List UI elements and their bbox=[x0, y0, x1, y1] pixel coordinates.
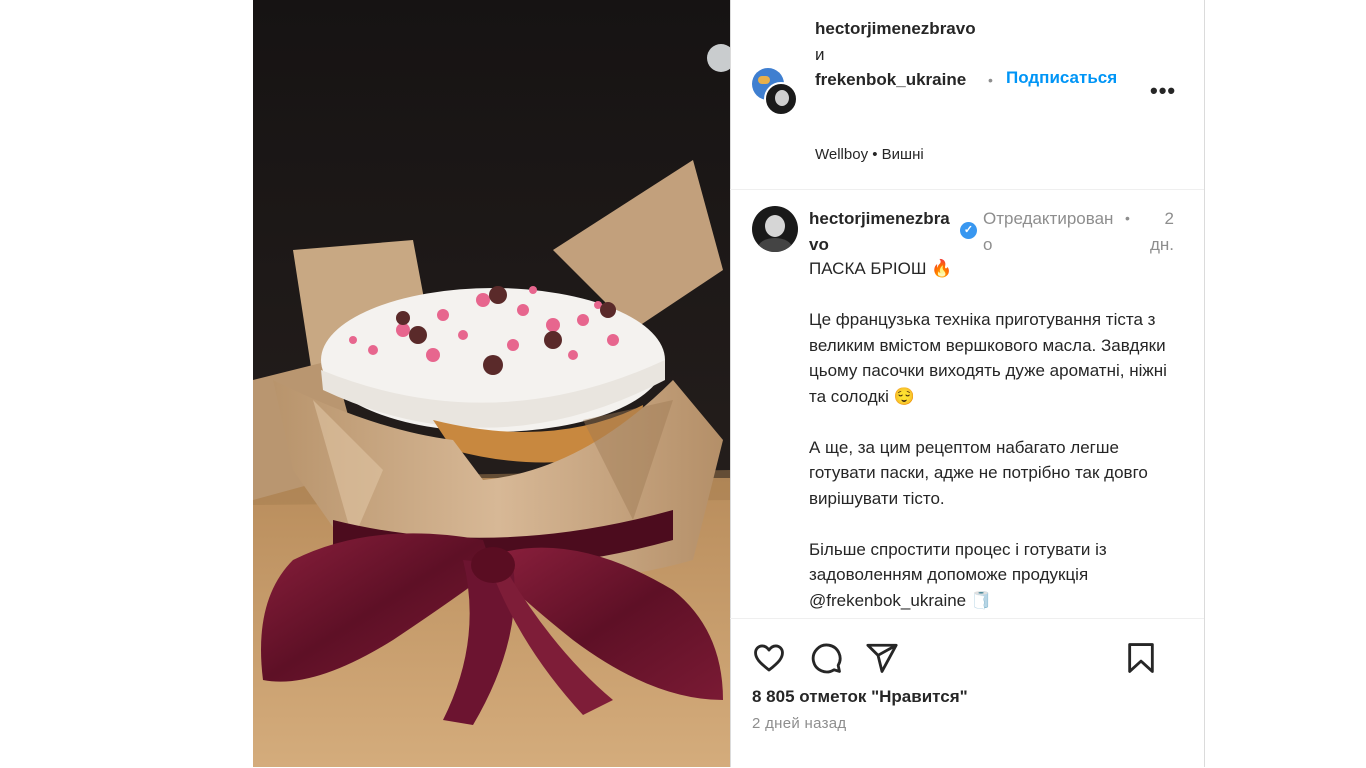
and-text: и bbox=[815, 44, 825, 64]
caption-text: ПАСКА БРІОШ 🔥 Це французька техніка приг… bbox=[809, 256, 1184, 618]
caption-paragraph: ПАСКА БРІОШ 🔥 bbox=[809, 259, 953, 278]
username-link[interactable]: hectorjimenezbravo bbox=[815, 16, 985, 42]
edited-label: Отредактировано bbox=[983, 209, 1114, 254]
post-sidebar: hectorjimenezbravo и frekenbok_ukraine W… bbox=[730, 0, 1204, 767]
post-border bbox=[1204, 0, 1205, 767]
post-date[interactable]: 2 дней назад bbox=[752, 715, 846, 732]
username-link[interactable]: frekenbok_ukraine bbox=[815, 67, 985, 93]
separator-dot: • bbox=[988, 72, 993, 88]
caption-paragraph: А ще, за цим рецептом набагато легше гот… bbox=[809, 437, 1148, 508]
instagram-post: hectorjimenezbravo и frekenbok_ukraine W… bbox=[253, 0, 1204, 767]
post-time[interactable]: 2 дн. bbox=[1138, 206, 1174, 257]
heart-icon[interactable] bbox=[752, 641, 786, 675]
post-header: hectorjimenezbravo и frekenbok_ukraine W… bbox=[730, 0, 1204, 190]
actions-bar: 8 805 отметок "Нравится" 2 дней назад bbox=[730, 618, 1204, 768]
more-options-icon[interactable]: ••• bbox=[1150, 78, 1176, 104]
follow-button[interactable]: Подписаться bbox=[1006, 68, 1117, 88]
likes-count[interactable]: 8 805 отметок "Нравится" bbox=[752, 687, 968, 707]
bookmark-icon[interactable] bbox=[1124, 641, 1158, 675]
collab-avatars[interactable] bbox=[752, 68, 800, 118]
share-icon[interactable] bbox=[865, 641, 899, 675]
caption-paragraph: Більше спростити процес і готувати із за… bbox=[809, 539, 1107, 610]
collab-usernames: hectorjimenezbravo и frekenbok_ukraine bbox=[815, 16, 985, 93]
separator-dot: • bbox=[1125, 210, 1130, 226]
post-image[interactable] bbox=[253, 0, 730, 767]
caption-section: hectorjimenezbravo ✓ Отредактировано • 2… bbox=[730, 190, 1204, 618]
caption-paragraph: Це французька техніка приготування тіста… bbox=[809, 310, 1167, 406]
audio-label[interactable]: Wellboy • Вишні bbox=[815, 146, 924, 163]
caption-username[interactable]: hectorjimenezbravo bbox=[809, 206, 951, 257]
avatar[interactable] bbox=[752, 206, 798, 252]
easter-bread-photo bbox=[253, 0, 730, 767]
avatar[interactable] bbox=[764, 82, 798, 116]
verified-badge-icon: ✓ bbox=[960, 222, 977, 239]
comment-icon[interactable] bbox=[809, 641, 843, 675]
